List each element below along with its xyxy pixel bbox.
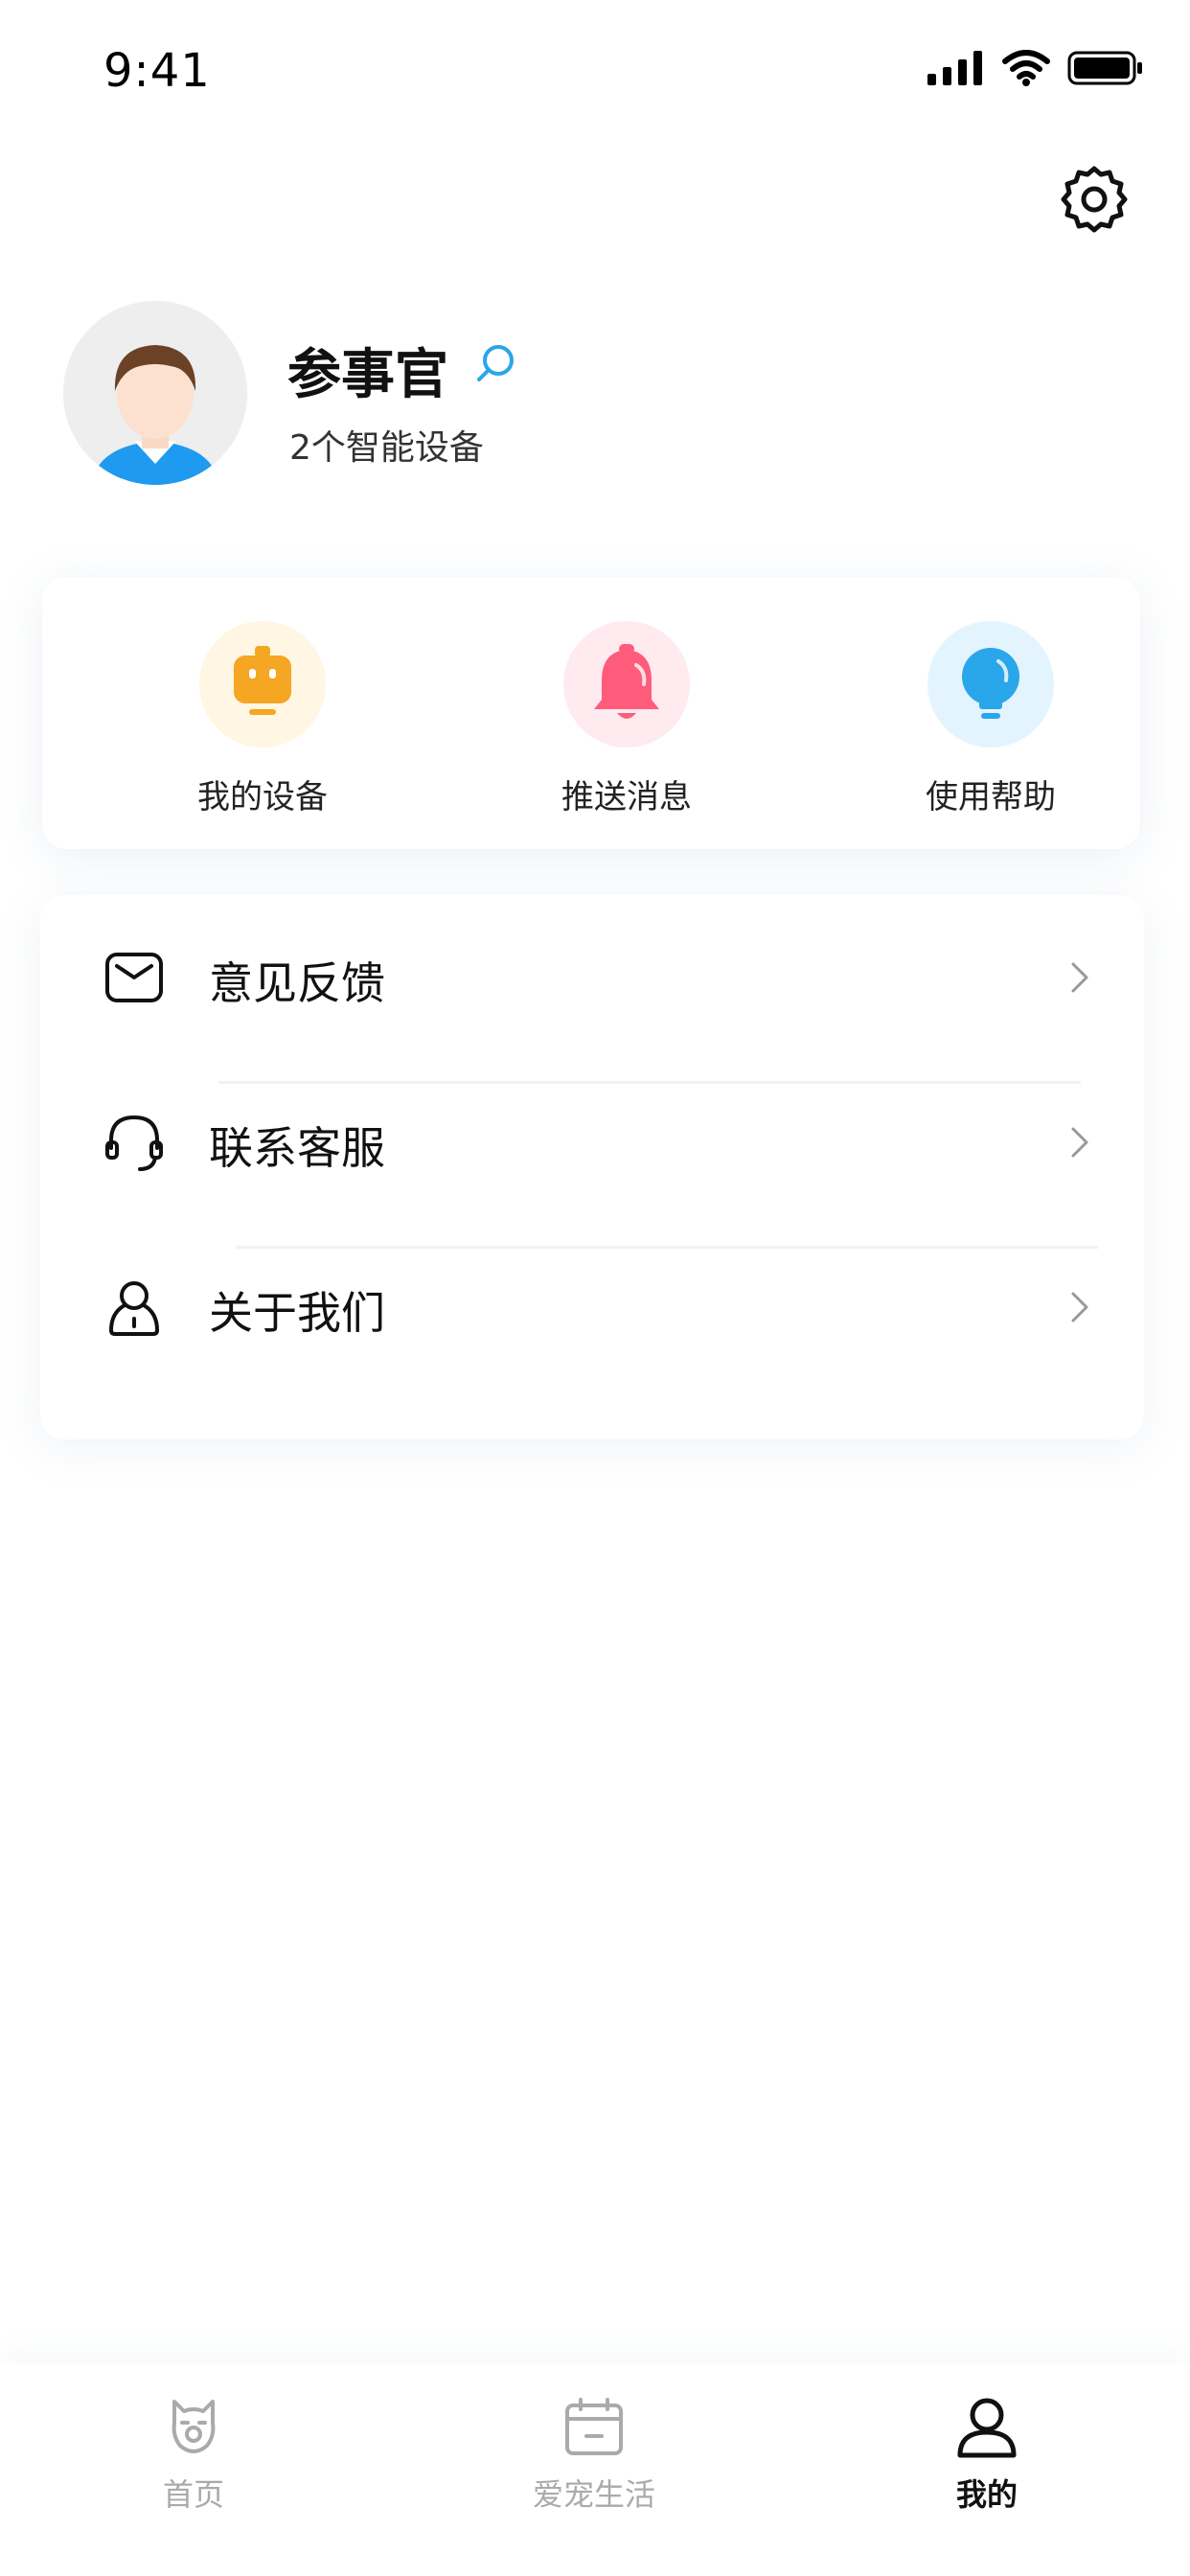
tab-pet-life[interactable]: 爱宠生活 xyxy=(479,2394,709,2518)
headset-icon xyxy=(102,1110,167,1175)
bell-icon xyxy=(563,621,690,748)
tab-label: 爱宠生活 xyxy=(532,2476,655,2513)
menu-item-about-us[interactable]: 关于我们 xyxy=(40,1225,1144,1390)
robot-device-icon xyxy=(199,621,326,748)
edit-profile-button[interactable] xyxy=(471,339,519,387)
menu-item-label: 关于我们 xyxy=(209,1287,385,1339)
quick-action-push-messages[interactable]: 推送消息 xyxy=(502,621,751,822)
quick-action-label: 我的设备 xyxy=(197,778,328,816)
chevron-right-icon xyxy=(1065,1119,1094,1165)
menu-card: 意见反馈 联系客服 关于我们 xyxy=(40,895,1144,1439)
lightbulb-icon xyxy=(927,621,1054,748)
menu-item-customer-service[interactable]: 联系客服 xyxy=(40,1060,1144,1225)
tab-mine[interactable]: 我的 xyxy=(872,2394,1102,2518)
chevron-right-icon xyxy=(1065,954,1094,1000)
calendar-icon xyxy=(561,2394,627,2459)
settings-button[interactable] xyxy=(1058,163,1131,236)
gear-icon xyxy=(1061,166,1128,233)
device-count: 2个智能设备 xyxy=(289,428,484,468)
avatar-illustration-icon xyxy=(63,301,247,485)
status-icons xyxy=(927,50,1144,86)
menu-item-feedback[interactable]: 意见反馈 xyxy=(40,895,1144,1060)
tab-label: 首页 xyxy=(162,2476,224,2513)
feedback-mail-icon xyxy=(102,945,167,1010)
menu-item-label: 意见反馈 xyxy=(209,957,385,1009)
profile-icon xyxy=(954,2394,1019,2459)
quick-action-label: 使用帮助 xyxy=(926,778,1056,816)
quick-actions-card: 我的设备 推送消息 使用帮助 xyxy=(42,577,1140,849)
quick-action-my-devices[interactable]: 我的设备 xyxy=(138,621,387,822)
tab-home[interactable]: 首页 xyxy=(79,2394,309,2518)
about-user-icon xyxy=(102,1275,167,1340)
edit-pen-icon xyxy=(477,345,514,381)
status-bar: 9:41 xyxy=(0,0,1190,144)
pet-home-icon xyxy=(161,2394,226,2459)
battery-icon xyxy=(1067,51,1142,85)
signal-icon xyxy=(927,51,982,85)
status-time: 9:41 xyxy=(103,44,211,98)
quick-action-help[interactable]: 使用帮助 xyxy=(866,621,1115,822)
tab-bar: 首页 爱宠生活 我的 xyxy=(0,2363,1190,2576)
chevron-right-icon xyxy=(1065,1284,1094,1330)
avatar[interactable] xyxy=(63,301,247,485)
menu-item-label: 联系客服 xyxy=(209,1122,385,1174)
user-name: 参事官 xyxy=(287,344,448,406)
quick-action-label: 推送消息 xyxy=(561,778,692,816)
tab-label: 我的 xyxy=(955,2476,1018,2513)
wifi-icon xyxy=(1002,50,1050,86)
